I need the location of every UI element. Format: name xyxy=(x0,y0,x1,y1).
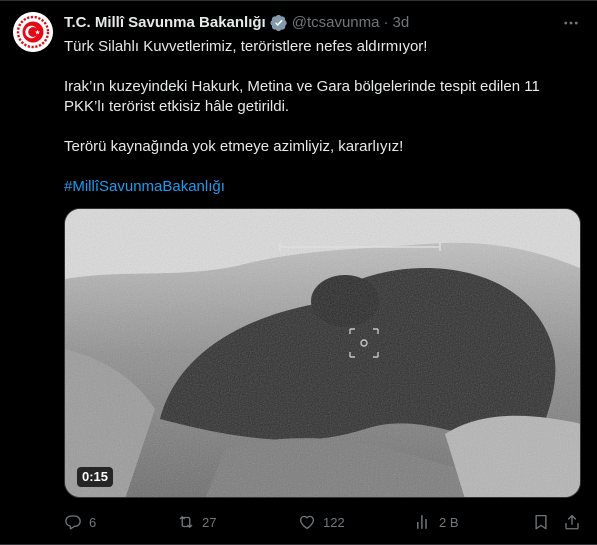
video-duration: 0:15 xyxy=(77,467,114,487)
tweet-line-3: Terörü kaynağında yok etmeye azimliyiz, … xyxy=(64,138,404,155)
author-name[interactable]: T.C. Millî Savunma Bakanlığı xyxy=(64,13,266,33)
like-count: 122 xyxy=(323,514,345,530)
reply-count: 6 xyxy=(89,514,97,530)
repost-button[interactable]: 27 xyxy=(177,512,216,532)
tweet-line-1: Türk Silahlı Kuvvetlerimiz, teröristlere… xyxy=(64,38,428,55)
views-button[interactable]: 2 B xyxy=(414,512,459,532)
share-icon xyxy=(565,514,579,530)
tweet-card[interactable]: T.C. Millî Savunma Bakanlığı @tcsavunma … xyxy=(0,0,597,545)
bookmark-icon xyxy=(535,514,547,530)
ministry-emblem-icon[interactable] xyxy=(13,12,53,52)
more-options-icon[interactable] xyxy=(561,13,581,33)
verified-badge-icon[interactable] xyxy=(270,14,288,32)
repost-icon xyxy=(179,516,193,528)
repost-count: 27 xyxy=(202,514,217,530)
video-player[interactable]: 0:15 xyxy=(64,208,581,498)
tweet-timestamp[interactable]: 3d xyxy=(392,13,409,33)
separator-dot: · xyxy=(383,14,389,31)
reply-icon xyxy=(65,515,81,530)
tweet-text: Türk Silahlı Kuvvetlerimiz, teröristlere… xyxy=(64,37,564,197)
action-bar: 6 27 122 2 B xyxy=(64,512,581,532)
author-handle[interactable]: @tcsavunma xyxy=(292,13,380,33)
tweet-header: T.C. Millî Savunma Bakanlığı @tcsavunma … xyxy=(64,13,581,33)
views-count: 2 B xyxy=(439,514,459,530)
like-button[interactable]: 122 xyxy=(298,512,345,532)
bookmark-button[interactable] xyxy=(532,512,550,532)
views-icon xyxy=(417,515,427,529)
reply-button[interactable]: 6 xyxy=(64,512,96,532)
heart-icon xyxy=(299,515,315,530)
share-button[interactable] xyxy=(563,512,581,532)
hashtag-link[interactable]: #MillîSavunmaBakanlığı xyxy=(64,178,225,195)
tweet-line-2: Irak’ın kuzeyindeki Hakurk, Metina ve Ga… xyxy=(64,78,540,115)
